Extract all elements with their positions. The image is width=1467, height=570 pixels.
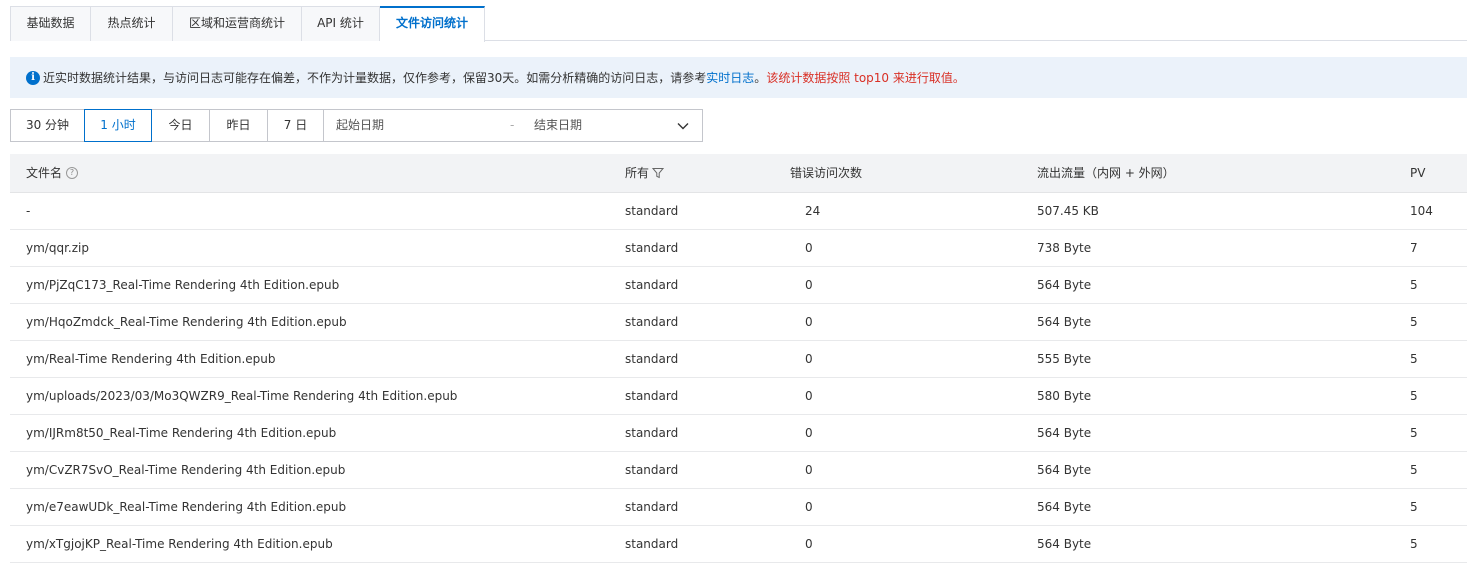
cell-pv: 5 [1410,315,1418,329]
column-header-storage: 所有 [625,154,665,192]
cell-traffic: 555 Byte [1037,352,1092,366]
help-icon[interactable]: ? [66,167,79,179]
cell-pv: 5 [1410,352,1418,366]
date-separator: - [510,118,515,132]
start-date-placeholder[interactable]: 起始日期 [336,110,384,141]
file-access-table: 文件名 ? 所有 错误访问次数 流出流量（内网 + 外网） PV - stand… [10,154,1467,563]
cell-storage: standard [625,278,679,292]
table-row: ym/xTgjojKP_Real-Time Rendering 4th Edit… [10,526,1467,563]
range-7-days-button[interactable]: 7 日 [267,109,324,142]
cell-storage: standard [625,241,679,255]
tab-api-stats[interactable]: API 统计 [302,6,380,41]
cell-traffic: 580 Byte [1037,389,1092,403]
cell-errors: 0 [805,537,813,551]
table-row: ym/qqr.zip standard 0 738 Byte 7 [10,230,1467,267]
cell-errors: 0 [805,241,813,255]
cell-filename: ym/e7eawUDk_Real-Time Rendering 4th Edit… [26,500,347,514]
cell-traffic: 564 Byte [1037,315,1092,329]
cell-filename: - [26,204,31,218]
column-header-traffic: 流出流量（内网 + 外网） [1037,166,1175,180]
table-row: ym/uploads/2023/03/Mo3QWZR9_Real-Time Re… [10,378,1467,415]
info-icon: i [26,70,40,85]
cell-traffic: 564 Byte [1037,463,1092,477]
cell-traffic: 564 Byte [1037,426,1092,440]
range-yesterday-button[interactable]: 昨日 [209,109,268,142]
cell-storage: standard [625,315,679,329]
cell-filename: ym/qqr.zip [26,241,89,255]
cell-pv: 5 [1410,463,1418,477]
cell-storage: standard [625,204,679,218]
cell-filename: ym/Real-Time Rendering 4th Edition.epub [26,352,276,366]
cell-filename: ym/HqoZmdck_Real-Time Rendering 4th Edit… [26,315,347,329]
info-notice: i 近实时数据统计结果，与访问日志可能存在偏差，不作为计量数据，仅作参考，保留3… [10,57,1467,98]
cell-storage: standard [625,500,679,514]
cell-pv: 5 [1410,500,1418,514]
column-header-storage-label: 所有 [625,166,650,180]
cell-errors: 0 [805,315,813,329]
cell-storage: standard [625,463,679,477]
cell-storage: standard [625,426,679,440]
table-header: 文件名 ? 所有 错误访问次数 流出流量（内网 + 外网） PV [10,154,1467,193]
chevron-down-icon[interactable] [676,119,690,133]
table-row: ym/IJRm8t50_Real-Time Rendering 4th Edit… [10,415,1467,452]
tab-basic-data[interactable]: 基础数据 [10,6,91,41]
cell-filename: ym/IJRm8t50_Real-Time Rendering 4th Edit… [26,426,337,440]
end-date-placeholder[interactable]: 结束日期 [534,110,582,141]
cell-storage: standard [625,389,679,403]
time-range-filter: 30 分钟 1 小时 今日 昨日 7 日 起始日期 - 结束日期 [10,109,703,142]
notice-warning: 该统计数据按照 top10 来进行取值。 [766,71,965,85]
cell-pv: 5 [1410,537,1418,551]
cell-filename: ym/PjZqC173_Real-Time Rendering 4th Edit… [26,278,340,292]
cell-storage: standard [625,352,679,366]
cell-errors: 0 [805,500,813,514]
realtime-log-link[interactable]: 实时日志 [706,69,754,86]
cell-pv: 7 [1410,241,1418,255]
cell-traffic: 564 Byte [1037,500,1092,514]
date-range-picker[interactable]: 起始日期 - 结束日期 [323,109,703,142]
cell-pv: 5 [1410,278,1418,292]
cell-storage: standard [625,537,679,551]
cell-errors: 0 [805,352,813,366]
table-row: ym/e7eawUDk_Real-Time Rendering 4th Edit… [10,489,1467,526]
column-header-pv: PV [1410,166,1426,180]
tab-bar: 基础数据 热点统计 区域和运营商统计 API 统计 文件访问统计 [10,6,1467,42]
column-header-filename: 文件名 ? [26,154,79,192]
range-1-hour-button[interactable]: 1 小时 [84,109,152,142]
cell-pv: 104 [1410,204,1433,218]
cell-errors: 0 [805,278,813,292]
cell-traffic: 564 Byte [1037,278,1092,292]
column-header-errors: 错误访问次数 [790,166,863,180]
cell-filename: ym/uploads/2023/03/Mo3QWZR9_Real-Time Re… [26,389,458,403]
notice-text: 近实时数据统计结果，与访问日志可能存在偏差，不作为计量数据，仅作参考，保留30天… [43,71,707,85]
tab-region-isp-stats[interactable]: 区域和运营商统计 [173,6,302,41]
cell-traffic: 507.45 KB [1037,204,1099,218]
filter-icon[interactable] [652,167,665,179]
notice-period: 。 [754,71,767,85]
cell-traffic: 738 Byte [1037,241,1092,255]
table-row: ym/PjZqC173_Real-Time Rendering 4th Edit… [10,267,1467,304]
cell-traffic: 564 Byte [1037,537,1092,551]
table-row: - standard 24 507.45 KB 104 [10,193,1467,230]
cell-pv: 5 [1410,426,1418,440]
cell-filename: ym/xTgjojKP_Real-Time Rendering 4th Edit… [26,537,333,551]
cell-errors: 0 [805,389,813,403]
range-30-min-button[interactable]: 30 分钟 [10,109,85,142]
range-today-button[interactable]: 今日 [151,109,210,142]
cell-pv: 5 [1410,389,1418,403]
table-row: ym/CvZR7SvO_Real-Time Rendering 4th Edit… [10,452,1467,489]
cell-errors: 0 [805,463,813,477]
cell-errors: 0 [805,426,813,440]
cell-errors: 24 [805,204,821,218]
table-row: ym/HqoZmdck_Real-Time Rendering 4th Edit… [10,304,1467,341]
cell-filename: ym/CvZR7SvO_Real-Time Rendering 4th Edit… [26,463,346,477]
table-row: ym/Real-Time Rendering 4th Edition.epub … [10,341,1467,378]
tab-file-access-stats[interactable]: 文件访问统计 [380,6,485,42]
column-header-filename-label: 文件名 [26,166,63,180]
tab-hotspot-stats[interactable]: 热点统计 [91,6,173,41]
